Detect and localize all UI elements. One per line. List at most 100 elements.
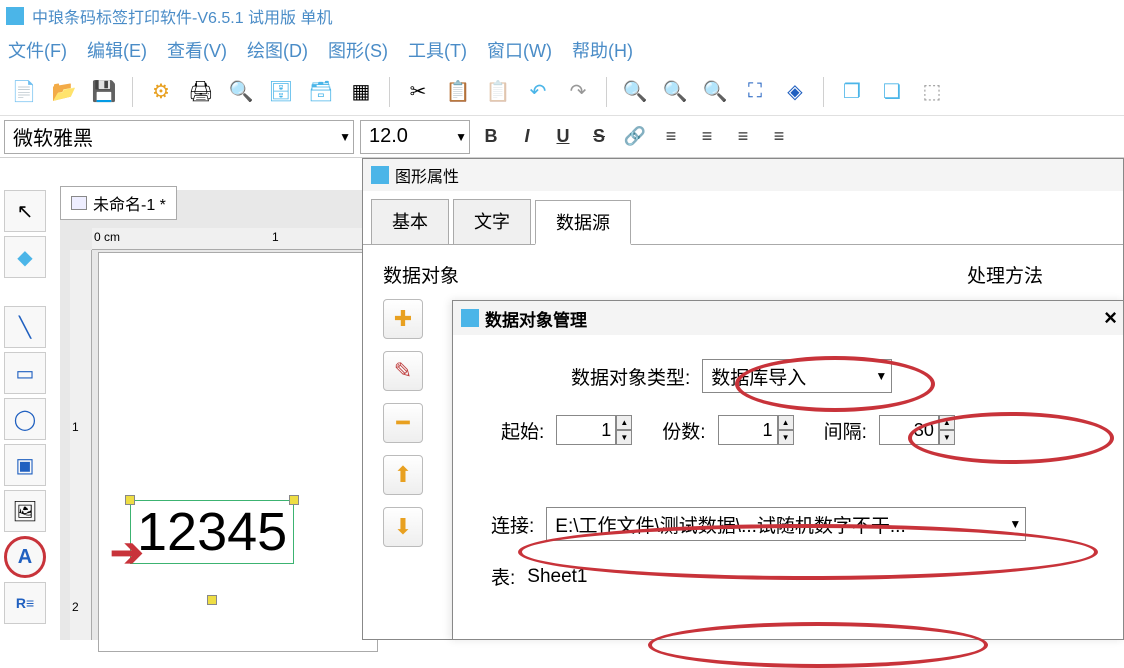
tab-basic[interactable]: 基本 bbox=[371, 199, 449, 244]
align-center-icon[interactable]: ≡ bbox=[692, 122, 722, 152]
separator bbox=[606, 77, 607, 107]
pointer-tool[interactable]: ↖ bbox=[4, 190, 46, 232]
menu-draw[interactable]: 绘图(D) bbox=[247, 37, 308, 63]
count-spinner[interactable]: ▲▼ bbox=[718, 415, 794, 445]
sheet-value: Sheet1 bbox=[527, 566, 587, 588]
document-icon bbox=[71, 196, 87, 210]
start-input[interactable] bbox=[556, 415, 616, 445]
document-tab[interactable]: 未命名-1 * bbox=[60, 186, 177, 220]
separator bbox=[823, 77, 824, 107]
resize-handle[interactable] bbox=[125, 495, 135, 505]
preview-icon[interactable]: 🔍 bbox=[225, 76, 257, 108]
picture-tool[interactable]: 🖼 bbox=[4, 490, 46, 532]
dialog-body: 数据对象类型: 数据库导入 ▼ 起始: ▲▼ 份数: ▲▼ 间隔: ▲▼ bbox=[453, 335, 1123, 636]
zoom-100-icon[interactable]: 🔍 bbox=[699, 76, 731, 108]
ruler-tick: 1 bbox=[72, 420, 79, 434]
settings-icon[interactable]: ⚙ bbox=[145, 76, 177, 108]
spin-down-icon[interactable]: ▼ bbox=[939, 430, 955, 445]
remove-button[interactable]: ━ bbox=[383, 403, 423, 443]
underline-icon[interactable]: U bbox=[548, 122, 578, 152]
link-icon[interactable]: 🔗 bbox=[620, 122, 650, 152]
resize-handle[interactable] bbox=[207, 595, 217, 605]
type-combo[interactable]: 数据库导入 ▼ bbox=[702, 359, 892, 393]
spin-down-icon[interactable]: ▼ bbox=[616, 430, 632, 445]
richtext-tool[interactable]: R≡ bbox=[4, 582, 46, 624]
resize-handle[interactable] bbox=[289, 495, 299, 505]
font-size-combo[interactable]: 12.0 ▼ bbox=[360, 120, 470, 154]
database-icon[interactable]: 🗄 bbox=[265, 76, 297, 108]
hand-tool[interactable]: ◆ bbox=[4, 236, 46, 278]
ruler-vertical: 1 2 bbox=[70, 250, 92, 640]
grid-icon[interactable]: ▦ bbox=[345, 76, 377, 108]
paste-icon[interactable]: 📋 bbox=[482, 76, 514, 108]
copy-icon[interactable]: 📋 bbox=[442, 76, 474, 108]
database-refresh-icon[interactable]: 🗃 bbox=[305, 76, 337, 108]
connection-value: E:\工作文件\测试数据\...试随机数字不干... bbox=[555, 511, 905, 538]
font-size-value: 12.0 bbox=[369, 125, 408, 148]
interval-spinner[interactable]: ▲▼ bbox=[879, 415, 955, 445]
menu-shape[interactable]: 图形(S) bbox=[328, 37, 388, 63]
spin-up-icon[interactable]: ▲ bbox=[616, 415, 632, 430]
main-toolbar: 📄 📂 💾 ⚙ 🖨 🔍 🗄 🗃 ▦ ✂ 📋 📋 ↶ ↷ 🔍 🔍 🔍 ⛶ ◈ ❐ … bbox=[0, 68, 1124, 116]
menu-view[interactable]: 查看(V) bbox=[167, 37, 227, 63]
dialog-title: 数据对象管理 bbox=[485, 306, 587, 331]
count-input[interactable] bbox=[718, 415, 778, 445]
save-icon[interactable]: 💾 bbox=[88, 76, 120, 108]
undo-icon[interactable]: ↶ bbox=[522, 76, 554, 108]
label-sheet: 表: bbox=[491, 563, 515, 590]
ruler-origin: 0 cm bbox=[94, 230, 120, 244]
fit-icon[interactable]: ⛶ bbox=[739, 76, 771, 108]
fit-width-icon[interactable]: ◈ bbox=[779, 76, 811, 108]
connection-combo[interactable]: E:\工作文件\测试数据\...试随机数字不干... ▼ bbox=[546, 507, 1026, 541]
font-name-combo[interactable]: 微软雅黑 ▼ bbox=[4, 120, 354, 154]
crop-icon[interactable]: ⬚ bbox=[916, 76, 948, 108]
dialog-tabs: 基本 文字 数据源 bbox=[363, 191, 1123, 245]
line-tool[interactable]: ╲ bbox=[4, 306, 46, 348]
menu-window[interactable]: 窗口(W) bbox=[487, 37, 552, 63]
text-tool[interactable]: A bbox=[4, 536, 46, 578]
spin-up-icon[interactable]: ▲ bbox=[939, 415, 955, 430]
menu-edit[interactable]: 编辑(E) bbox=[87, 37, 147, 63]
align-justify-icon[interactable]: ≡ bbox=[764, 122, 794, 152]
redo-icon[interactable]: ↷ bbox=[562, 76, 594, 108]
group-icon[interactable]: ❐ bbox=[836, 76, 868, 108]
move-up-button[interactable]: ⬆ bbox=[383, 455, 423, 495]
ungroup-icon[interactable]: ❏ bbox=[876, 76, 908, 108]
dialog-title-bar[interactable]: 图形属性 bbox=[363, 159, 1123, 191]
spin-up-icon[interactable]: ▲ bbox=[778, 415, 794, 430]
print-icon[interactable]: 🖨 bbox=[185, 76, 217, 108]
menu-help[interactable]: 帮助(H) bbox=[572, 37, 633, 63]
tab-text[interactable]: 文字 bbox=[453, 199, 531, 244]
start-spinner[interactable]: ▲▼ bbox=[556, 415, 632, 445]
label-canvas[interactable] bbox=[98, 252, 378, 652]
cut-icon[interactable]: ✂ bbox=[402, 76, 434, 108]
type-value: 数据库导入 bbox=[711, 363, 806, 390]
add-button[interactable]: ✚ bbox=[383, 299, 423, 339]
text-object[interactable]: 12345 bbox=[130, 500, 294, 564]
dialog-title-bar[interactable]: 数据对象管理 × bbox=[453, 301, 1123, 335]
new-icon[interactable]: 📄 bbox=[8, 76, 40, 108]
bold-icon[interactable]: B bbox=[476, 122, 506, 152]
italic-icon[interactable]: I bbox=[512, 122, 542, 152]
edit-button[interactable]: ✎ bbox=[383, 351, 423, 391]
align-right-icon[interactable]: ≡ bbox=[728, 122, 758, 152]
dialog-icon bbox=[371, 166, 389, 184]
zoom-in-icon[interactable]: 🔍 bbox=[619, 76, 651, 108]
menu-file[interactable]: 文件(F) bbox=[8, 37, 67, 63]
align-left-icon[interactable]: ≡ bbox=[656, 122, 686, 152]
strike-icon[interactable]: S bbox=[584, 122, 614, 152]
ellipse-tool[interactable]: ◯ bbox=[4, 398, 46, 440]
interval-input[interactable] bbox=[879, 415, 939, 445]
move-down-button[interactable]: ⬇ bbox=[383, 507, 423, 547]
image-tool[interactable]: ▣ bbox=[4, 444, 46, 486]
label-data-object: 数据对象 bbox=[383, 261, 459, 288]
zoom-out-icon[interactable]: 🔍 bbox=[659, 76, 691, 108]
tool-palette: ↖ ◆ ╲ ▭ ◯ ▣ 🖼 A R≡ bbox=[4, 190, 50, 624]
rect-tool[interactable]: ▭ bbox=[4, 352, 46, 394]
close-icon[interactable]: × bbox=[1104, 305, 1117, 331]
tab-datasource[interactable]: 数据源 bbox=[535, 200, 631, 245]
app-icon bbox=[6, 7, 24, 25]
open-icon[interactable]: 📂 bbox=[48, 76, 80, 108]
spin-down-icon[interactable]: ▼ bbox=[778, 430, 794, 445]
menu-tool[interactable]: 工具(T) bbox=[408, 37, 467, 63]
